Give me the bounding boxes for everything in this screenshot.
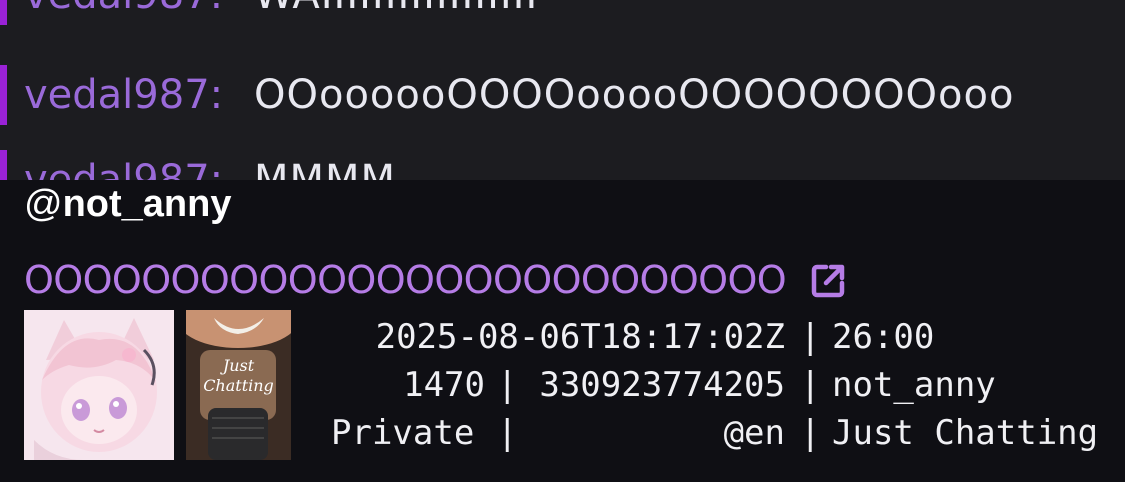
- chat-highlight-bar: [0, 65, 7, 125]
- channel-avatar[interactable]: [24, 310, 174, 460]
- stream-id: 330923774205: [539, 365, 785, 405]
- stream-language: @en: [723, 413, 785, 453]
- chat-panel: vedal987: WAIIIIIIIIIIIIIIIII vedal987: …: [0, 0, 1125, 180]
- external-link-icon[interactable]: [809, 260, 849, 300]
- chat-message: vedal987: MMMM: [0, 150, 1125, 180]
- viewer-count: 1470: [403, 365, 485, 405]
- handle-at-sign: @: [24, 183, 63, 225]
- stream-thumbnail[interactable]: Just Chatting: [186, 310, 291, 460]
- anime-avatar-image: [24, 310, 174, 460]
- chat-username[interactable]: vedal987:: [24, 65, 223, 125]
- stream-info-card: @not_anny OOOOOOOOOOOOOOOOOOOOOOOOOO Jus…: [0, 180, 1125, 482]
- chat-username[interactable]: vedal987:: [24, 0, 223, 25]
- handle-name: not_anny: [62, 183, 232, 225]
- separator: |: [800, 413, 821, 453]
- stream-thumbnail-overlay-text: Just Chatting: [203, 356, 274, 395]
- chat-message-text: WAIIIIIIIIIIIIIIIII: [254, 0, 538, 25]
- chat-highlight-bar: [0, 150, 7, 180]
- separator: |: [497, 365, 518, 405]
- channel-login: not_anny: [832, 365, 996, 405]
- chat-highlight-bar: [0, 0, 7, 25]
- stream-visibility: Private: [331, 413, 475, 453]
- separator: |: [800, 365, 821, 405]
- stream-title-row: OOOOOOOOOOOOOOOOOOOOOOOOOO: [24, 258, 849, 302]
- channel-handle[interactable]: @not_anny: [24, 180, 231, 228]
- chat-username[interactable]: vedal987:: [24, 150, 223, 180]
- chat-message-text: MMMM: [254, 157, 397, 180]
- chat-message: vedal987: WAIIIIIIIIIIIIIIIII: [0, 0, 1125, 25]
- separator: |: [497, 413, 518, 453]
- chat-message-text: OOoooooOOOOooooOOOOOOOOooo: [254, 72, 1015, 118]
- stream-category[interactable]: Just Chatting: [832, 411, 1125, 455]
- stream-uptime: 26:00: [832, 317, 935, 357]
- chat-message: vedal987: OOoooooOOOOooooOOOOOOOOooo: [0, 65, 1125, 125]
- separator: |: [800, 317, 821, 357]
- stream-title: OOOOOOOOOOOOOOOOOOOOOOOOOO: [24, 258, 787, 302]
- stream-start-time: 2025-08-06T18:17:02Z: [375, 317, 785, 357]
